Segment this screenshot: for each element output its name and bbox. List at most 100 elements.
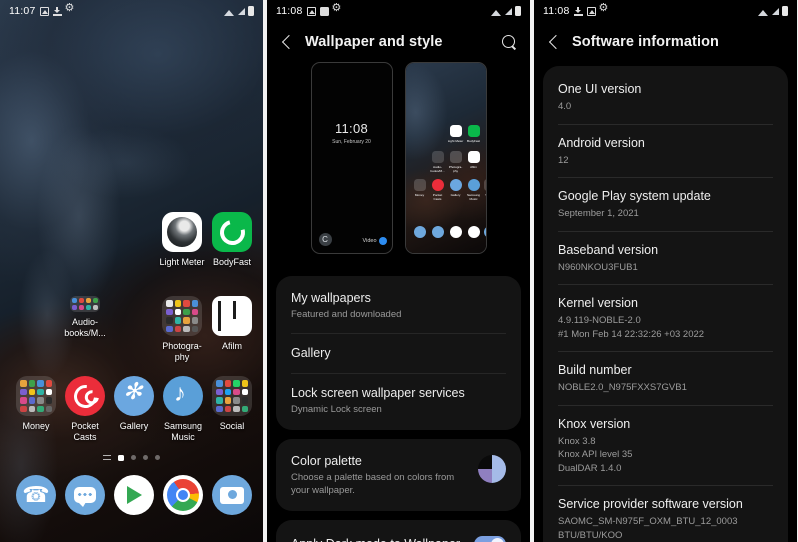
page-dot[interactable] xyxy=(131,455,136,460)
row-apply-dark-mode-to-wallpaper[interactable]: Apply Dark mode to Wallpaper xyxy=(276,522,521,542)
page-indicator[interactable] xyxy=(0,454,263,461)
row-color-palette[interactable]: Color palette Choose a palette based on … xyxy=(276,441,521,509)
dock-icon-chrome[interactable] xyxy=(158,475,208,515)
wallpaper-settings-list[interactable]: My wallpapers Featured and downloaded Ga… xyxy=(267,276,530,542)
page-dot[interactable] xyxy=(155,455,160,460)
folder-icon-audiobooks[interactable]: Audio-books/M... xyxy=(60,296,110,339)
dock-icon-play-store[interactable] xyxy=(109,475,159,515)
app-icon-samsung-music[interactable]: Samsung Music xyxy=(158,376,208,443)
preview-label: Social xyxy=(483,193,486,197)
row-google-play-system-update[interactable]: Google Play system update September 1, 2… xyxy=(543,177,788,231)
app-label: Social xyxy=(219,421,245,431)
preview-left-badge: C xyxy=(318,233,332,246)
preview-label: BodyFast xyxy=(466,138,481,143)
battery-icon xyxy=(248,6,254,16)
app-label: Photogra-phy xyxy=(162,341,202,362)
samsung-music-icon xyxy=(163,376,203,416)
preview-icon-grid: Light Meter BodyFast Audio-books/M... Ph… xyxy=(406,63,486,253)
row-subtitle: Choose a palette based on colors from yo… xyxy=(291,472,455,496)
row-baseband-version[interactable]: Baseband version N960NKOU3FUB1 xyxy=(543,230,788,285)
preview-lock-date: Sun, February 20 xyxy=(332,139,371,145)
page-dot[interactable] xyxy=(118,454,124,461)
app-icon-light-meter[interactable]: Light Meter xyxy=(157,212,207,268)
gallery-icon xyxy=(586,6,596,16)
signal-icon xyxy=(236,7,245,15)
status-bar-software: 11:08 xyxy=(534,0,797,22)
row-android-version[interactable]: Android version 12 xyxy=(543,123,788,178)
preview-dock-app xyxy=(429,226,447,238)
preview-app: Pocket Casts xyxy=(429,179,447,201)
page-title: Wallpaper and style xyxy=(305,34,443,50)
row-service-provider-software-version[interactable]: Service provider software version SAOMC_… xyxy=(543,485,788,542)
row-gallery[interactable]: Gallery xyxy=(276,333,521,373)
status-bar-wallpaper: 11:08 xyxy=(267,0,530,22)
lock-screen-preview[interactable]: 11:08 Sun, February 20 C Video xyxy=(310,62,393,254)
afilm-icon xyxy=(212,296,252,336)
app-icon-afilm[interactable]: Afilm xyxy=(207,296,257,352)
app-icon-pocket-casts[interactable]: Pocket Casts xyxy=(60,376,110,443)
home-screen-preview[interactable]: Light Meter BodyFast Audio-books/M... Ph… xyxy=(404,62,487,254)
preview-label: Samsung Music xyxy=(466,192,481,201)
row-one-ui-version[interactable]: One UI version 4.0 xyxy=(543,70,788,124)
light-meter-icon xyxy=(449,125,462,137)
app-icon-bodyfast[interactable]: BodyFast xyxy=(207,212,257,268)
light-meter-icon xyxy=(162,212,202,252)
phone-screen-software-information: 11:08 Software information One UI versio… xyxy=(534,0,797,542)
software-info-list[interactable]: One UI version 4.0 Android version 12 Go… xyxy=(534,66,797,542)
status-time: 11:08 xyxy=(543,5,570,17)
app-label: Audio-books/M... xyxy=(64,317,106,338)
gallery-icon xyxy=(39,6,49,16)
messages-icon xyxy=(431,226,444,238)
row-lock-screen-wallpaper-services[interactable]: Lock screen wallpaper services Dynamic L… xyxy=(276,373,521,428)
camera-icon xyxy=(212,475,252,515)
info-title: One UI version xyxy=(558,82,642,96)
back-chevron-icon[interactable] xyxy=(279,33,297,51)
preview-app: Light Meter xyxy=(447,125,465,143)
phone-screen-wallpaper-style: 11:08 Wallpaper and style 11:08 Sun, Fe xyxy=(267,0,530,542)
dock-icon-phone[interactable] xyxy=(11,475,61,515)
dock-icon-camera[interactable] xyxy=(207,475,257,515)
info-title: Build number xyxy=(558,363,632,377)
settings-card: Color palette Choose a palette based on … xyxy=(276,439,521,511)
status-time: 11:07 xyxy=(9,5,36,17)
gallery-icon xyxy=(306,6,316,16)
dock-icon-messages[interactable] xyxy=(60,475,110,515)
app-label: Pocket Casts xyxy=(71,421,99,442)
preview-right-label: Video xyxy=(363,237,387,245)
page-dot[interactable] xyxy=(143,455,148,460)
app-label: Gallery xyxy=(119,421,149,431)
app-label: Money xyxy=(22,421,50,431)
battery-icon xyxy=(782,6,788,16)
folder-preview-icon xyxy=(16,376,56,416)
phone-screen-home: 11:07 Light Meter BodyFast xyxy=(0,0,263,542)
preview-app: Audio-books/M... xyxy=(429,151,447,173)
wifi-icon xyxy=(491,7,501,16)
row-knox-version[interactable]: Knox version Knox 3.8 Knox API level 35 … xyxy=(543,404,788,486)
row-build-number[interactable]: Build number NOBLE2.0_N975FXXS7GVB1 xyxy=(543,351,788,405)
preview-lock-time: 11:08 xyxy=(334,121,369,136)
folder-icon-photography[interactable]: Photogra-phy xyxy=(157,296,207,363)
row-my-wallpapers[interactable]: My wallpapers Featured and downloaded xyxy=(276,278,521,333)
gear-icon xyxy=(332,3,342,16)
three-phone-screenshots: 11:07 Light Meter BodyFast xyxy=(0,0,798,542)
bodyfast-icon xyxy=(467,125,480,137)
home-menu-icon[interactable] xyxy=(103,454,111,461)
folder-icon-money[interactable]: Money xyxy=(11,376,61,432)
download-icon xyxy=(573,6,583,16)
folder-preview-icon xyxy=(449,151,462,163)
app-icon-gallery[interactable]: Gallery xyxy=(109,376,159,432)
search-icon[interactable] xyxy=(500,33,518,51)
row-kernel-version[interactable]: Kernel version 4.9.119-NOBLE-2.0 #1 Mon … xyxy=(543,284,788,351)
pocket-casts-icon xyxy=(65,376,105,416)
preview-app: BodyFast xyxy=(465,125,483,143)
back-chevron-icon[interactable] xyxy=(546,33,564,51)
info-title: Service provider software version xyxy=(558,497,743,511)
dark-mode-toggle[interactable] xyxy=(474,536,506,542)
info-value: September 1, 2021 xyxy=(558,208,639,219)
preview-dock-app xyxy=(465,226,483,238)
afilm-icon xyxy=(467,151,480,163)
folder-preview-icon xyxy=(483,179,486,191)
folder-icon-social[interactable]: Social xyxy=(207,376,257,432)
download-icon xyxy=(52,6,62,16)
folder-preview-icon xyxy=(431,151,444,163)
